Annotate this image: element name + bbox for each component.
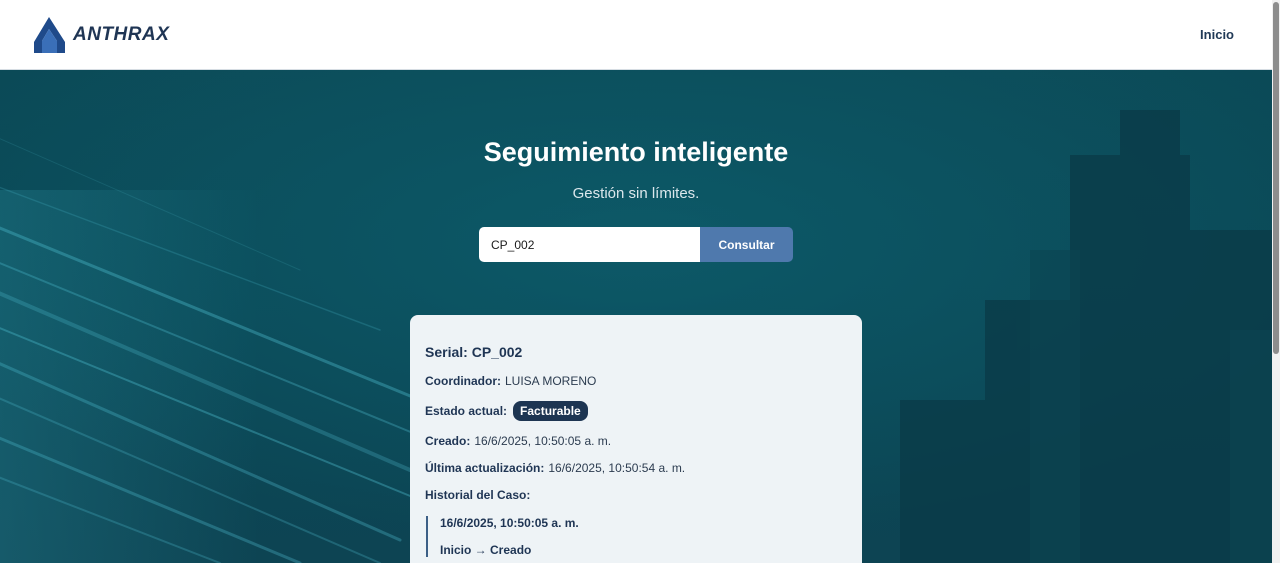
status-badge: Facturable (513, 401, 588, 421)
created-row: Creado: 16/6/2025, 10:50:05 a. m. (425, 434, 847, 448)
coordinator-row: Coordinador: LUISA MORENO (425, 374, 847, 388)
search-form: Consultar (479, 227, 793, 262)
consultar-button[interactable]: Consultar (700, 227, 793, 262)
nav-link-inicio[interactable]: Inicio (1200, 27, 1234, 42)
history-list: 16/6/2025, 10:50:05 a. m. Inicio → Cread… (426, 516, 847, 557)
page-subtitle: Gestión sin límites. (572, 185, 700, 202)
brand[interactable]: ANTHRAX (34, 16, 170, 53)
status-label: Estado actual: (425, 404, 508, 418)
coordinator-label: Coordinador: (425, 374, 501, 388)
history-title: Historial del Caso: (425, 488, 531, 502)
page: ANTHRAX Inicio Seguimiento inteligente G… (0, 0, 1280, 563)
brand-name: ANTHRAX (73, 23, 170, 45)
hero-section: Seguimiento inteligente Gestión sin lími… (0, 70, 1272, 563)
status-row: Estado actual: Facturable (425, 401, 847, 421)
result-card: Serial: CP_002 Coordinador: LUISA MORENO… (410, 315, 862, 563)
created-value: 16/6/2025, 10:50:05 a. m. (474, 434, 612, 448)
serial-label: Serial: (425, 344, 468, 360)
serial-search-input[interactable] (479, 227, 700, 262)
scrollbar-thumb[interactable] (1273, 2, 1279, 354)
serial-value: CP_002 (471, 344, 523, 360)
updated-label: Última actualización: (425, 461, 545, 475)
updated-value: 16/6/2025, 10:50:54 a. m. (548, 461, 686, 475)
updated-row: Última actualización: 16/6/2025, 10:50:5… (425, 461, 847, 475)
page-scrollbar[interactable] (1272, 0, 1280, 563)
hero-content: Seguimiento inteligente Gestión sin lími… (0, 70, 1272, 563)
anthrax-logo-icon (34, 16, 65, 53)
coordinator-value: LUISA MORENO (505, 374, 597, 388)
top-navbar: ANTHRAX Inicio (0, 0, 1272, 70)
history-entry-change: Inicio → Creado (440, 543, 532, 557)
page-title: Seguimiento inteligente (483, 137, 789, 167)
history-entry-date: 16/6/2025, 10:50:05 a. m. (440, 516, 579, 530)
created-label: Creado: (425, 434, 471, 448)
serial-heading: Serial: CP_002 (425, 344, 847, 360)
